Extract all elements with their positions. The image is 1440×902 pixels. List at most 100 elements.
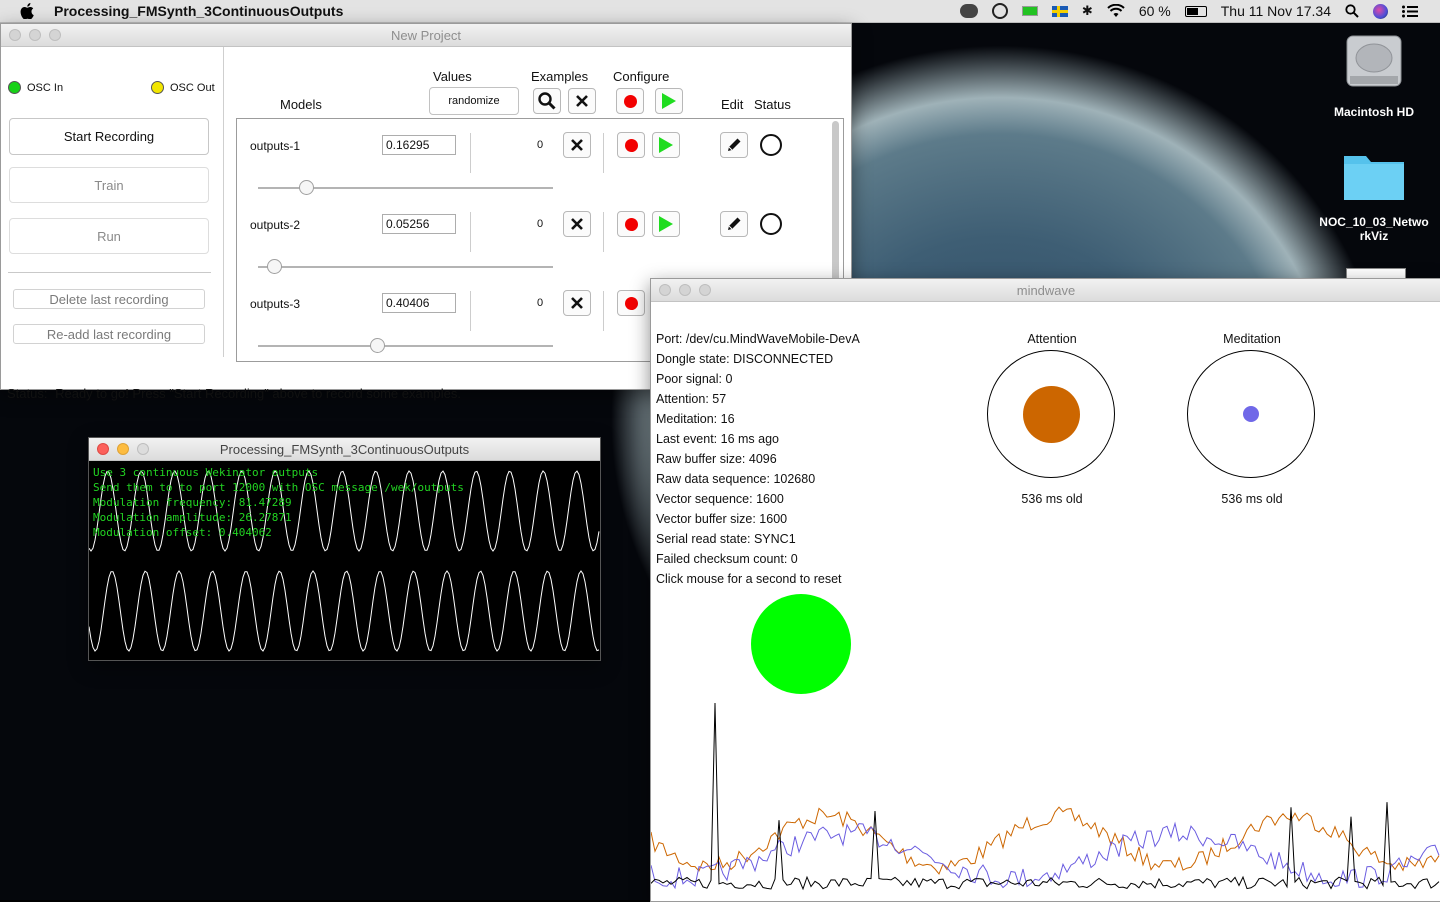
mindwave-stat-line: Raw buffer size: 4096 (656, 452, 777, 466)
eeg-series-line (651, 806, 1440, 875)
record-icon (624, 217, 638, 231)
status-label: Status: (7, 386, 48, 401)
eeg-series-line (651, 702, 1440, 891)
notification-center-icon[interactable] (1402, 5, 1418, 18)
spotlight-search-icon[interactable] (1345, 4, 1359, 18)
osc-out-label: OSC Out (170, 81, 215, 94)
randomize-button[interactable]: randomize (429, 87, 519, 115)
meditation-age: 536 ms old (1221, 492, 1283, 506)
siri-icon[interactable] (1373, 3, 1388, 19)
delete-examples-button[interactable] (563, 290, 591, 316)
model-value-field[interactable]: 0.40406 (382, 293, 456, 313)
meditation-label: Meditation (1223, 332, 1281, 346)
model-name[interactable]: outputs-3 (250, 297, 300, 311)
fm-synth-window: Processing_FMSynth_3ContinuousOutputs Us… (88, 437, 601, 661)
menu-bar-extras: ✱ 60 % Thu 11 Nov 17.34 (959, 3, 1418, 19)
values-header: Values (433, 69, 472, 84)
osc-out-status-icon (151, 81, 164, 94)
mindwave-titlebar[interactable]: mindwave (651, 279, 1440, 302)
model-row: outputs-1 0.16295 0 (237, 119, 827, 198)
train-button[interactable]: Train (9, 167, 209, 203)
readd-last-recording-button[interactable]: Re-add last recording (13, 324, 205, 344)
column-divider (603, 291, 604, 331)
osc-out-indicator[interactable]: OSC Out (151, 81, 215, 94)
model-name[interactable]: outputs-2 (250, 218, 300, 232)
start-recording-button[interactable]: Start Recording (9, 118, 209, 155)
minimize-window-button[interactable] (117, 443, 129, 455)
zoom-window-button[interactable] (49, 29, 61, 41)
record-icon (624, 296, 638, 310)
model-slider-thumb[interactable] (370, 338, 386, 353)
window-title: Processing_FMSynth_3ContinuousOutputs (219, 441, 470, 457)
mindwave-canvas[interactable]: Port: /dev/cu.MindWaveMobile-DevA Dongle … (651, 302, 1440, 901)
close-window-button[interactable] (9, 29, 21, 41)
battery-icon[interactable] (1184, 5, 1207, 17)
edit-model-button[interactable] (720, 132, 748, 158)
run-button[interactable]: Run (9, 218, 209, 254)
mindwave-stat-line: Click mouse for a second to reset (656, 572, 842, 586)
close-window-button[interactable] (97, 443, 109, 455)
delete-all-examples-button[interactable] (568, 88, 596, 114)
model-slider-thumb[interactable] (266, 259, 282, 274)
run-model-button[interactable] (652, 211, 680, 237)
osc-in-indicator: OSC In (8, 81, 63, 94)
record-model-button[interactable] (617, 290, 645, 316)
model-slider-thumb[interactable] (299, 180, 315, 195)
attention-level-dot (1022, 385, 1080, 443)
example-count: 0 (537, 297, 544, 309)
delete-examples-button[interactable] (563, 211, 591, 237)
close-icon (571, 297, 583, 309)
close-window-button[interactable] (659, 284, 671, 296)
mindwave-stat-line: Vector buffer size: 1600 (656, 512, 788, 526)
play-icon (662, 93, 676, 109)
desktop-icon-macintosh-hd[interactable]: Macintosh HD (1314, 32, 1434, 119)
model-slider-track[interactable] (258, 345, 553, 347)
minimize-window-button[interactable] (679, 284, 691, 296)
bluetooth-icon[interactable]: ✱ (1082, 3, 1093, 19)
desktop-icon-label: NOC_10_03_NetworkViz (1319, 215, 1429, 243)
status-header: Status (754, 97, 791, 112)
run-model-button[interactable] (652, 132, 680, 158)
clock[interactable]: Thu 11 Nov 17.34 (1221, 3, 1331, 19)
edit-model-button[interactable] (720, 211, 748, 237)
synth-info-line: Modulation offset: 0.404062 (93, 526, 272, 539)
cloud-sync-icon[interactable] (959, 4, 978, 18)
infinity-icon[interactable] (991, 3, 1008, 19)
battery-monitor-icon[interactable] (1021, 6, 1038, 16)
model-row: outputs-2 0.05256 0 (237, 198, 827, 277)
column-divider (470, 291, 471, 331)
waveform-line (89, 570, 600, 652)
zoom-window-button[interactable] (137, 443, 149, 455)
model-name[interactable]: outputs-1 (250, 139, 300, 153)
examples-header: Examples (531, 69, 589, 84)
mindwave-stat-line: Port: /dev/cu.MindWaveMobile-DevA (656, 332, 860, 346)
pencil-icon (728, 217, 741, 230)
keyboard-flag-icon[interactable] (1051, 5, 1068, 17)
active-app-name[interactable]: Processing_FMSynth_3ContinuousOutputs (54, 3, 343, 19)
zoom-window-button[interactable] (699, 284, 711, 296)
apple-menu-icon[interactable] (20, 3, 34, 19)
column-divider (470, 212, 471, 252)
edit-header: Edit (721, 97, 744, 112)
record-icon (624, 138, 638, 152)
search-examples-button[interactable] (533, 88, 561, 114)
wifi-icon[interactable] (1107, 4, 1125, 18)
attention-age: 536 ms old (1021, 492, 1083, 506)
battery-percent[interactable]: 60 % (1139, 3, 1171, 19)
minimize-window-button[interactable] (29, 29, 41, 41)
delete-examples-button[interactable] (563, 132, 591, 158)
record-model-button[interactable] (617, 132, 645, 158)
desktop-icon-folder[interactable]: NOC_10_03_NetworkViz (1314, 148, 1434, 243)
model-value-field[interactable]: 0.16295 (382, 135, 456, 155)
column-divider (603, 133, 604, 173)
fm-synth-titlebar[interactable]: Processing_FMSynth_3ContinuousOutputs (89, 438, 600, 461)
panel-divider (8, 272, 211, 273)
delete-last-recording-button[interactable]: Delete last recording (13, 289, 205, 309)
wekinator-titlebar[interactable]: New Project (1, 24, 851, 47)
record-model-button[interactable] (617, 211, 645, 237)
eeg-history-plot (651, 702, 1440, 891)
run-all-button[interactable] (655, 88, 683, 114)
model-value-field[interactable]: 0.05256 (382, 214, 456, 234)
record-all-button[interactable] (616, 88, 644, 114)
model-slider-track[interactable] (258, 266, 553, 268)
